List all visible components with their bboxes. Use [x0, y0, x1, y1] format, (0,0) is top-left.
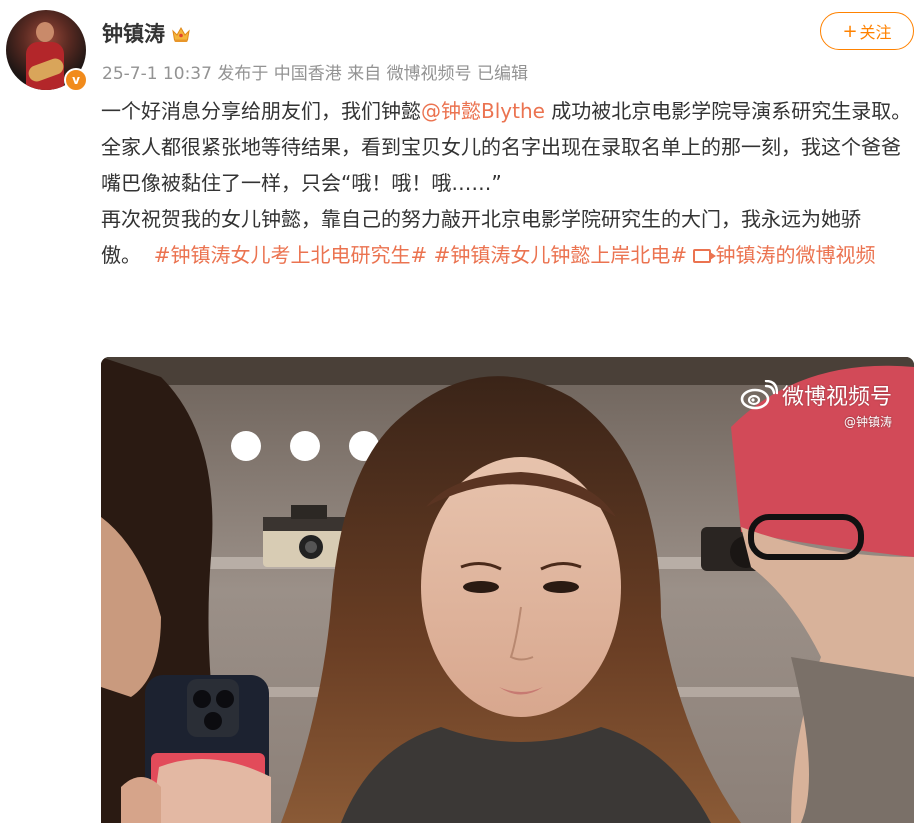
via-label: 来自 — [347, 64, 382, 84]
avatar-figure-head — [36, 22, 54, 42]
post-text-1-rest: 成功被北京电影学院导演系研究生录取。 — [544, 99, 912, 123]
video-watermark: 微博视频号 @钟镇涛 — [740, 379, 892, 430]
hashtag-link-1[interactable]: #钟镇涛女儿考上北电研究生# — [154, 243, 428, 267]
video-link-label: 钟镇涛的微博视频 — [715, 243, 876, 267]
follow-label: 关注 — [859, 23, 892, 42]
post-text-2: 全家人都很紧张地等待结果，看到宝贝女儿的名字出现在录取名单上的那一刻，我这个爸爸… — [101, 135, 901, 195]
post-text-1: 一个好消息分享给朋友们，我们钟懿 — [101, 99, 421, 123]
post-meta: 25-7-1 10:37 发布于 中国香港 来自 微博视频号 已编辑 — [102, 59, 528, 84]
post-source[interactable]: 微博视频号 — [387, 64, 472, 84]
verified-icon: v — [64, 68, 88, 92]
follow-button[interactable]: + 关注 — [820, 12, 914, 50]
post-content: 一个好消息分享给朋友们，我们钟懿@钟懿Blythe 成功被北京电影学院导演系研究… — [101, 93, 913, 273]
post-paragraph-3: 再次祝贺我的女儿钟懿，靠自己的努力敲开北京电影学院研究生的大门，我永远为她骄傲。… — [101, 201, 913, 273]
author-name[interactable]: 钟镇涛 — [102, 18, 165, 48]
post-location: 中国香港 — [273, 64, 342, 84]
author-name-row: 钟镇涛 — [102, 18, 191, 48]
video-link[interactable]: 钟镇涛的微博视频 — [693, 243, 875, 267]
weibo-post: v 钟镇涛 25-7-1 10:37 发布于 中国香港 来自 微博视频号 已编辑… — [0, 0, 924, 823]
watermark-text: 微博视频号 — [781, 385, 892, 410]
watermark-main: 微博视频号 — [740, 379, 892, 411]
post-paragraph-1: 一个好消息分享给朋友们，我们钟懿@钟懿Blythe 成功被北京电影学院导演系研究… — [101, 93, 913, 129]
video-player[interactable]: 微博视频号 @钟镇涛 — [101, 357, 914, 823]
plus-icon: + — [842, 20, 858, 42]
crown-icon[interactable] — [171, 24, 191, 42]
weibo-logo-icon — [740, 380, 778, 410]
video-link-icon — [693, 249, 717, 263]
edited-label: 已编辑 — [476, 64, 528, 84]
post-paragraph-2: 全家人都很紧张地等待结果，看到宝贝女儿的名字出现在录取名单上的那一刻，我这个爸爸… — [101, 129, 913, 201]
posted-from-label: 发布于 — [217, 64, 269, 84]
hashtag-link-2[interactable]: #钟镇涛女儿钟懿上岸北电# — [434, 243, 688, 267]
mention-link[interactable]: @钟懿Blythe — [421, 99, 545, 123]
watermark-sub: @钟镇涛 — [843, 415, 892, 429]
post-time[interactable]: 25-7-1 10:37 — [102, 64, 212, 84]
